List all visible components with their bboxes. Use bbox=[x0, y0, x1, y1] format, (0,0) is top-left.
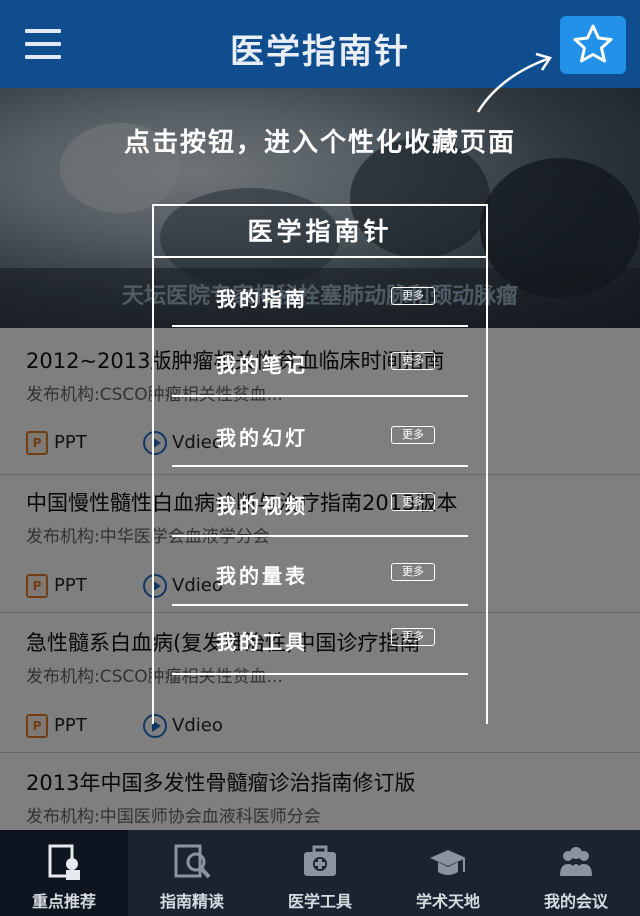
menu-item-my-slides[interactable]: 我的幻灯 bbox=[216, 422, 308, 451]
arrow-icon bbox=[476, 52, 552, 113]
tab-my-meetings[interactable]: 我的会议 bbox=[512, 830, 640, 916]
more-badge[interactable]: 更多 bbox=[391, 287, 435, 305]
menu-item-my-tools[interactable]: 我的工具 bbox=[216, 626, 308, 655]
menu-divider bbox=[172, 325, 468, 327]
tab-academic[interactable]: 学术天地 bbox=[384, 830, 512, 916]
more-badge[interactable]: 更多 bbox=[391, 352, 435, 370]
menu-divider bbox=[172, 673, 468, 675]
favorites-menu-frame bbox=[152, 204, 488, 724]
menu-divider bbox=[172, 465, 468, 467]
tab-medical-tools[interactable]: 医学工具 bbox=[256, 830, 384, 916]
tab-label: 指南精读 bbox=[159, 892, 224, 911]
menu-title-divider bbox=[152, 256, 488, 258]
more-badge[interactable]: 更多 bbox=[391, 628, 435, 646]
tab-label: 学术天地 bbox=[415, 892, 480, 911]
more-badge[interactable]: 更多 bbox=[391, 426, 435, 444]
menu-divider bbox=[172, 395, 468, 397]
tab-guide-reading[interactable]: 指南精读 bbox=[128, 830, 256, 916]
more-badge[interactable]: 更多 bbox=[391, 563, 435, 581]
tab-featured[interactable]: 重点推荐 bbox=[0, 830, 128, 916]
medical-kit-icon bbox=[304, 845, 336, 876]
hint-text: 点击按钮，进入个性化收藏页面 bbox=[123, 128, 516, 158]
more-badge[interactable]: 更多 bbox=[391, 493, 435, 511]
menu-title: 医学指南针 bbox=[247, 217, 393, 246]
menu-item-my-guides[interactable]: 我的指南 bbox=[216, 283, 308, 312]
tab-label: 重点推荐 bbox=[31, 892, 96, 911]
graduation-cap-icon bbox=[430, 850, 466, 875]
menu-item-my-scales[interactable]: 我的量表 bbox=[216, 560, 308, 589]
document-person-icon bbox=[48, 844, 80, 880]
menu-item-my-notes[interactable]: 我的笔记 bbox=[216, 349, 308, 378]
magnifier-icon bbox=[174, 844, 211, 879]
menu-divider bbox=[172, 535, 468, 537]
menu-item-my-videos[interactable]: 我的视频 bbox=[216, 490, 308, 519]
menu-divider bbox=[172, 604, 468, 606]
tab-label: 医学工具 bbox=[287, 892, 352, 911]
meeting-people-icon bbox=[560, 847, 592, 876]
favorites-button[interactable] bbox=[560, 16, 626, 74]
tab-label: 我的会议 bbox=[543, 892, 608, 911]
star-icon bbox=[573, 24, 613, 63]
